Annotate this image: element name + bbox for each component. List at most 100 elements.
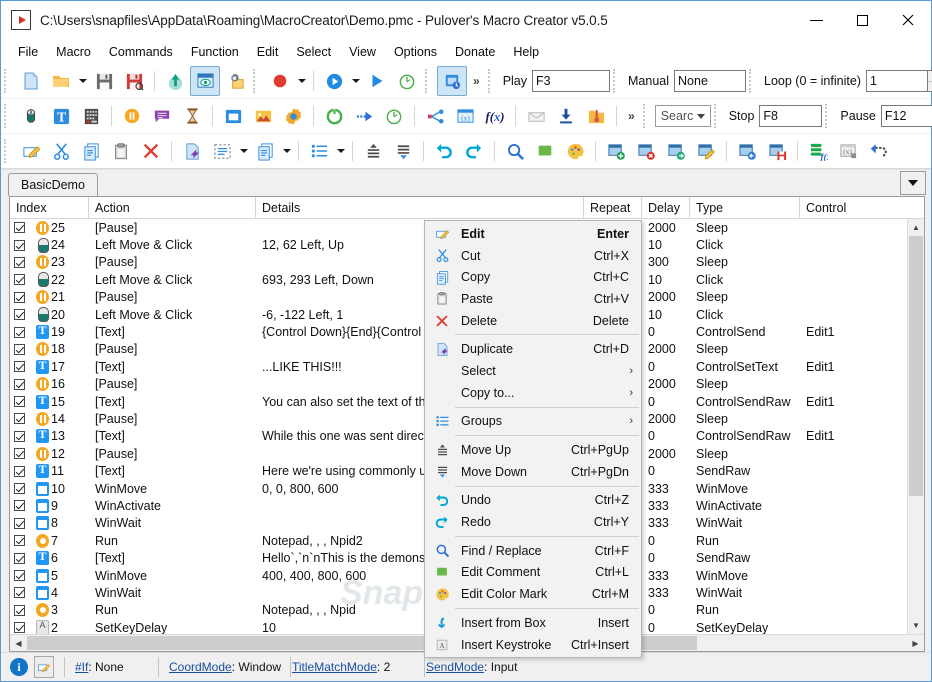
row-checkbox[interactable] [10, 361, 30, 373]
context-menu-item-move-up[interactable]: Move Up Ctrl+PgUp [425, 439, 641, 461]
status-titlematchmode-link[interactable]: TitleMatchMode [292, 660, 377, 674]
column-header-details[interactable]: Details [256, 197, 584, 218]
column-header-control[interactable]: Control [800, 197, 905, 218]
play-button[interactable] [319, 66, 349, 96]
search-combo[interactable]: Searc [654, 105, 711, 127]
toolbar-grip[interactable] [825, 104, 834, 128]
row-checkbox[interactable] [10, 430, 30, 442]
menu-edit[interactable]: Edit [248, 42, 288, 62]
timer-command-button[interactable] [379, 101, 409, 131]
context-menu-item-undo[interactable]: Undo Ctrl+Z [425, 490, 641, 512]
copy-to-button[interactable] [250, 136, 280, 166]
status-info-button[interactable]: i [9, 657, 29, 677]
preview-button[interactable] [190, 66, 220, 96]
image-command-button[interactable] [248, 101, 278, 131]
status-edit-button[interactable] [34, 656, 54, 678]
row-checkbox[interactable] [10, 622, 30, 634]
status-sendmode-segment[interactable]: SendMode : Input [426, 660, 517, 674]
lock-variable-button[interactable]: (x) [833, 136, 863, 166]
edit-color-mark-button[interactable] [560, 136, 590, 166]
window-command-button[interactable] [218, 101, 248, 131]
context-menu-item-duplicate[interactable]: Duplicate Ctrl+D [425, 338, 641, 360]
context-menu-item-copy[interactable]: Copy Ctrl+C [425, 266, 641, 288]
apply-row-button[interactable] [661, 136, 691, 166]
context-menu-item-groups[interactable]: Groups › [425, 411, 641, 433]
database-function-button[interactable]: f(x) [803, 136, 833, 166]
context-menu-item-insert-from-box[interactable]: Insert from Box Insert [425, 612, 641, 634]
context-menu-item-select[interactable]: Select › [425, 360, 641, 382]
delete-button[interactable] [136, 136, 166, 166]
loop-count-input[interactable] [865, 70, 928, 92]
open-file-dropdown[interactable] [76, 67, 89, 95]
context-menu-item-copy-to[interactable]: Copy to... › [425, 382, 641, 404]
revert-row-button[interactable] [732, 136, 762, 166]
open-file-button[interactable] [46, 66, 76, 96]
close-button[interactable] [885, 1, 931, 39]
row-checkbox[interactable] [10, 343, 30, 355]
toolbar-grip[interactable] [487, 69, 497, 93]
menu-view[interactable]: View [340, 42, 385, 62]
context-menu-item-edit-comment[interactable]: Edit Comment Ctrl+L [425, 562, 641, 584]
select-dropdown[interactable] [237, 137, 250, 165]
row-checkbox[interactable] [10, 517, 30, 529]
tab-list-dropdown-button[interactable] [900, 171, 926, 195]
minimize-button[interactable] [793, 1, 839, 39]
move-up-button[interactable] [358, 136, 388, 166]
edit-window-button[interactable] [691, 136, 721, 166]
status-if-segment[interactable]: #If : None [75, 660, 124, 674]
row-checkbox[interactable] [10, 552, 30, 564]
undo-button[interactable] [429, 136, 459, 166]
row-checkbox[interactable] [10, 535, 30, 547]
copy-to-dropdown[interactable] [280, 137, 293, 165]
variable-command-button[interactable]: (x) [450, 101, 480, 131]
toolbar-grip[interactable] [4, 139, 13, 163]
select-button[interactable] [207, 136, 237, 166]
duplicate-button[interactable] [177, 136, 207, 166]
menu-macro[interactable]: Macro [47, 42, 100, 62]
goto-command-button[interactable] [349, 101, 379, 131]
status-if-link[interactable]: #If [75, 660, 88, 674]
flow-command-button[interactable] [420, 101, 450, 131]
row-checkbox[interactable] [10, 239, 30, 251]
keyboard-command-button[interactable] [76, 101, 106, 131]
maximize-button[interactable] [839, 1, 885, 39]
menu-select[interactable]: Select [287, 42, 340, 62]
timer-button[interactable] [392, 66, 422, 96]
menu-file[interactable]: File [9, 42, 47, 62]
play-hotkey-input[interactable] [532, 70, 611, 92]
cut-button[interactable] [46, 136, 76, 166]
row-checkbox[interactable] [10, 274, 30, 286]
record-button[interactable] [265, 66, 295, 96]
save-as-button[interactable] [119, 66, 149, 96]
scroll-down-button[interactable]: ▼ [908, 617, 924, 634]
pause-hotkey-input[interactable] [880, 105, 932, 127]
save-row-button[interactable] [762, 136, 792, 166]
context-menu-item-delete[interactable]: Delete Delete [425, 310, 641, 332]
paste-button[interactable] [106, 136, 136, 166]
context-menu-item-paste[interactable]: Paste Ctrl+V [425, 288, 641, 310]
comment-command-button[interactable] [147, 101, 177, 131]
row-checkbox[interactable] [10, 500, 30, 512]
hourglass-command-button[interactable] [177, 101, 207, 131]
status-coordmode-segment[interactable]: CoordMode : Window [169, 660, 281, 674]
toolbar-overflow-icon-2[interactable]: » [628, 109, 635, 123]
play-dropdown[interactable] [349, 67, 362, 95]
loop-command-button[interactable] [319, 101, 349, 131]
column-header-action[interactable]: Action [89, 197, 256, 218]
toolbar-grip[interactable] [4, 104, 13, 128]
record-dropdown[interactable] [295, 67, 308, 95]
save-button[interactable] [89, 66, 119, 96]
row-checkbox[interactable] [10, 326, 30, 338]
menu-help[interactable]: Help [504, 42, 548, 62]
loop-count-spinner[interactable]: ▲▼ [927, 70, 932, 92]
remove-row-button[interactable] [631, 136, 661, 166]
row-checkbox[interactable] [10, 378, 30, 390]
toolbar-overflow-icon[interactable]: » [473, 74, 480, 88]
scroll-left-button[interactable]: ◀ [10, 635, 27, 651]
toolbar-grip[interactable] [613, 69, 622, 93]
toolbar-grip[interactable] [749, 69, 758, 93]
toolbar-grip[interactable] [425, 69, 434, 93]
edit-comment-button[interactable] [530, 136, 560, 166]
toolbar-grip[interactable] [4, 69, 13, 93]
settings-gear-button[interactable] [220, 66, 250, 96]
